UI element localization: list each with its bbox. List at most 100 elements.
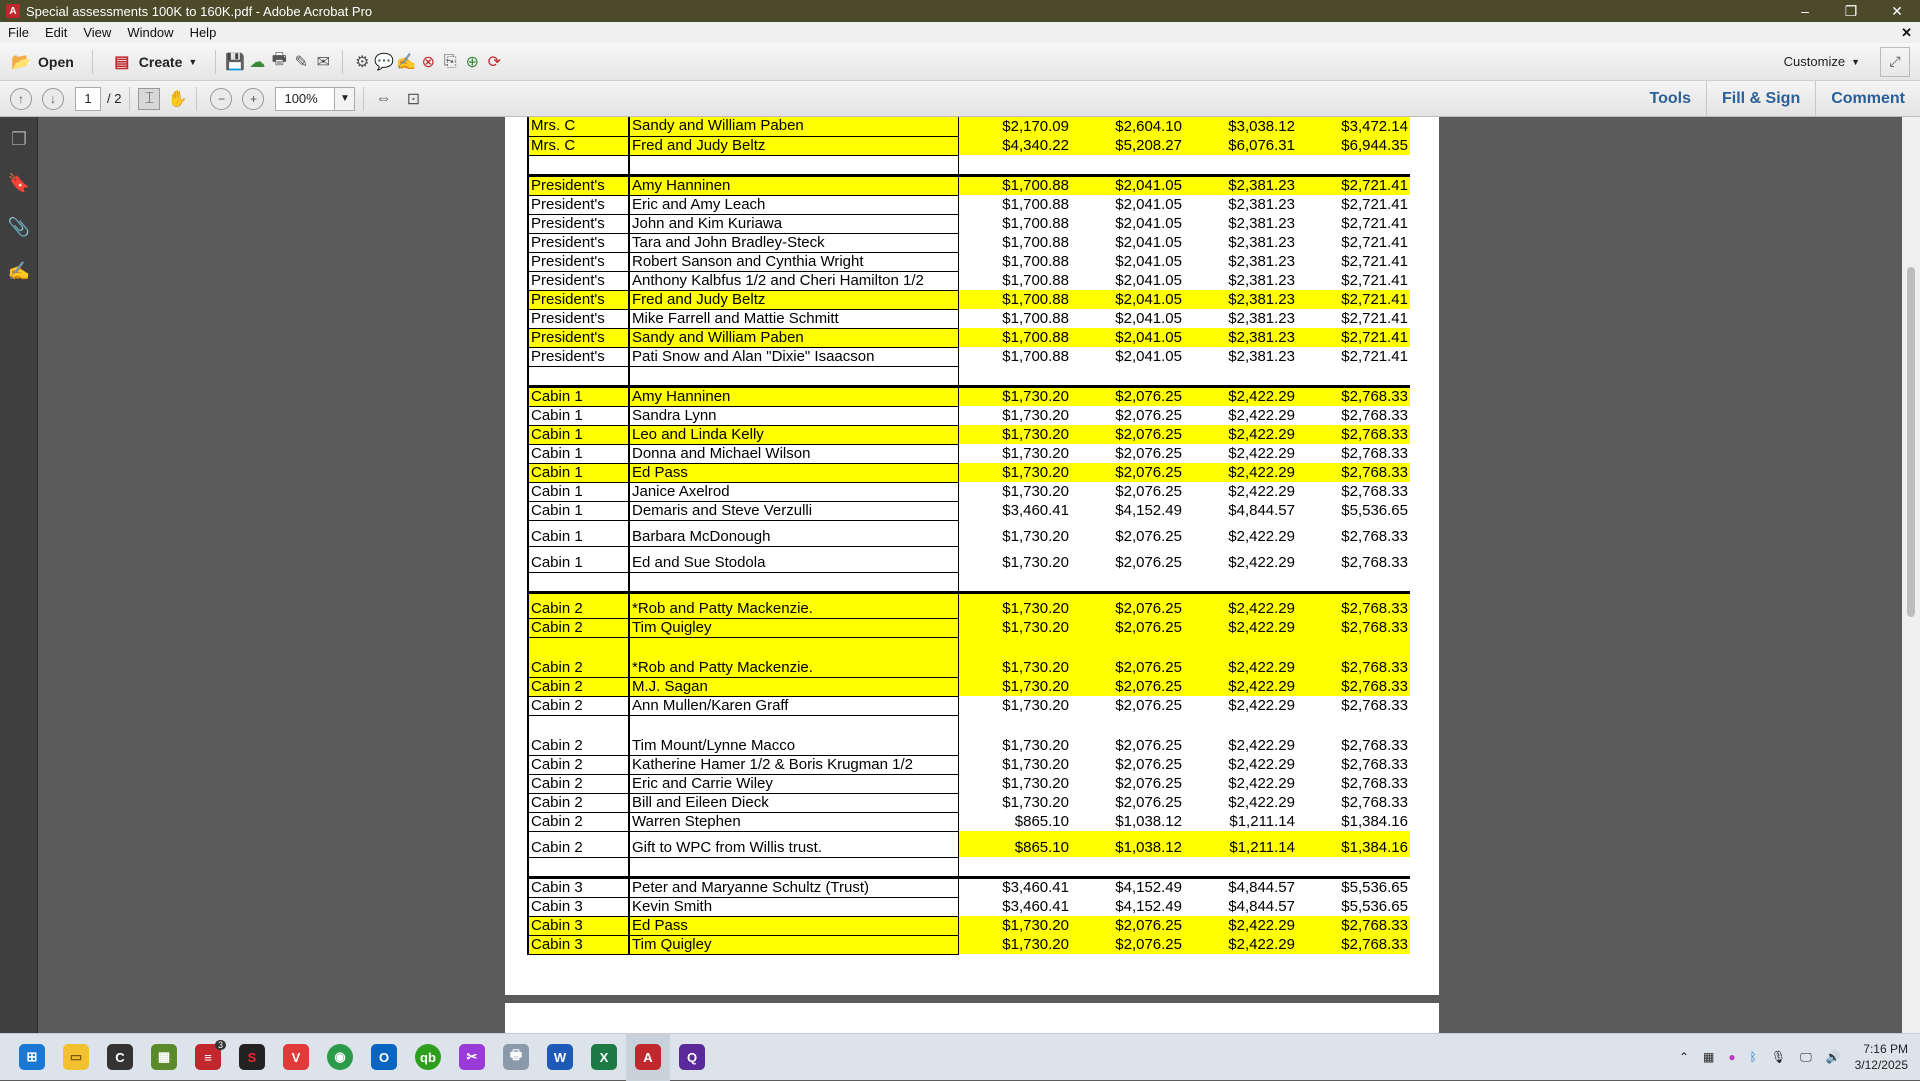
delete-page-icon[interactable]: ⊗ [417,51,439,73]
table-row: Cabin 2 Tim Mount/Lynne Macco $1,730.20 $2,… [527,715,1410,756]
menu-file[interactable]: File [0,25,37,40]
document-viewport[interactable]: Mrs. C Sandy and William Paben $2,170.09 $2… [39,117,1902,1033]
select-tool-icon[interactable]: ⌶ [138,87,161,110]
customize-menu[interactable]: Customize ▼ [1784,54,1880,69]
bluetooth-icon[interactable]: ᛒ [1750,1050,1757,1064]
table-row: Cabin 2 Tim Quigley $1,730.20 $2,076.25 $2,4… [527,618,1410,638]
table-row: Cabin 1 Donna and Michael Wilson $1,730.20… [527,444,1410,464]
network-icon[interactable]: 🖵 [1800,1050,1812,1065]
edit-icon[interactable]: ✎ [290,51,312,73]
owner-cell: Tim Quigley [629,618,959,638]
amount-cell: $2,041.05 [1115,347,1182,365]
printer-app-icon[interactable]: 🖶 [494,1034,538,1081]
close-button[interactable]: ✕ [1874,0,1920,22]
owner-cell: Tim Mount/Lynne Macco [629,715,959,756]
comment-pane-button[interactable]: Comment [1815,81,1920,116]
minimize-button[interactable]: – [1782,0,1828,22]
zoom-out-icon[interactable]: − [210,87,233,110]
email-icon[interactable]: ✉ [312,51,334,73]
snipping-tool-icon[interactable]: ✂ [450,1034,494,1081]
owner-cell: Sandy and William Paben [629,328,959,348]
page-thumbnails-icon[interactable]: ❐ [0,117,38,161]
unit-cell: Cabin 2 [527,677,630,697]
create-button[interactable]: ▤ Create ▼ [101,51,208,73]
amount-cell: $1,730.20 [958,463,1071,482]
amount-cell: $2,041.05 [1071,290,1184,309]
create-pdf-icon: ▤ [114,53,130,71]
fill-sign-pane-button[interactable]: Fill & Sign [1706,81,1815,116]
chrome-icon[interactable]: ◉ [318,1034,362,1081]
word-icon[interactable]: W [538,1034,582,1081]
fit-page-icon[interactable]: ⊡ [402,88,424,110]
amount-cell: $1,384.16 [1297,831,1410,857]
stack-app-icon[interactable]: ≡ 3 [186,1034,230,1081]
amount-cell: $1,700.88 [1002,214,1069,232]
unit-cell: Cabin 1 [527,546,630,573]
rotate-page-icon[interactable]: ⟳ [483,51,505,73]
notification-badge: 3 [214,1039,226,1050]
start-button[interactable]: ⊞ [10,1034,54,1081]
save-icon[interactable]: 💾 [224,51,246,73]
zoom-in-icon[interactable]: + [242,87,265,110]
highlight-icon[interactable]: ✍ [395,51,417,73]
acrobat-taskbar-icon[interactable]: A [626,1033,670,1081]
owner-cell: *Rob and Patty Mackenzie. [629,637,959,678]
amount-cell: $2,422.29 [1228,406,1295,424]
microphone-icon[interactable]: 🎙 [1771,1050,1786,1064]
fullscreen-icon[interactable]: ⤢ [1880,46,1910,77]
app-tray-icon[interactable]: ▦ [1703,1050,1714,1064]
scrollbar-thumb[interactable] [1907,267,1915,617]
signatures-icon[interactable]: ✍ [0,249,38,293]
amount-cell: $1,730.20 [958,425,1071,444]
attachments-icon[interactable]: 📎 [0,205,38,249]
extract-page-icon[interactable]: ⎘ [439,51,461,73]
hand-tool-icon[interactable]: ✋ [166,88,188,110]
print-icon[interactable]: 🖶 [268,51,290,73]
owner-cell: Demaris and Steve Verzulli [629,501,959,521]
page-number-input[interactable]: 1 [75,86,101,111]
amount-cell: $1,700.88 [1002,309,1069,327]
cloud-upload-icon[interactable]: ☁ [246,51,268,73]
vivaldi-icon[interactable]: V [274,1034,318,1081]
zoom-dropdown-icon[interactable]: ▼ [335,86,356,111]
tools-pane-button[interactable]: Tools [1635,81,1706,116]
table-row: Cabin 3 Kevin Smith $3,460.41 $4,152.49 $4,8… [527,897,1410,917]
amount-cell: $2,721.41 [1341,309,1408,327]
fit-width-icon[interactable]: ⇔ [372,88,394,110]
red-app-icon[interactable]: S [230,1034,274,1081]
app-grid-icon[interactable]: ▦ [142,1034,186,1081]
chevron-up-icon[interactable]: ⌃ [1679,1050,1689,1064]
amount-cell: $2,721.41 [1297,328,1410,347]
menu-view[interactable]: View [75,25,119,40]
open-button[interactable]: 📂 Open [0,51,84,73]
amount-cell: $4,844.57 [1184,875,1297,897]
volume-icon[interactable]: 🔊 [1826,1050,1841,1064]
menu-help[interactable]: Help [182,25,225,40]
page-total: / 2 [107,91,122,106]
comment-bubble-icon[interactable]: 💬 [373,51,395,73]
previous-page-icon[interactable]: ↑ [10,87,32,110]
settings-icon[interactable]: ⚙ [351,51,373,73]
bookmarks-icon[interactable]: 🔖 [0,161,38,205]
table-row: Cabin 2 Bill and Eileen Dieck $1,730.20 $2,… [527,793,1410,813]
vertical-scrollbar[interactable] [1902,117,1920,1033]
table-row: Cabin 3 Tim Quigley $1,730.20 $2,076.25 $2,4… [527,935,1410,955]
outlook-icon[interactable]: O [362,1034,406,1081]
clock[interactable]: 7:16 PM 3/12/2025 [1855,1041,1908,1073]
table-row: President's Amy Hanninen $1,700.88 $2,041.0… [527,173,1410,196]
menu-window[interactable]: Window [119,25,181,40]
next-page-icon[interactable]: ↓ [42,87,64,110]
quickbooks-icon[interactable]: qb [406,1034,450,1081]
restore-button[interactable]: ❐ [1828,0,1874,22]
menu-edit[interactable]: Edit [37,25,75,40]
zoom-level-input[interactable]: 100% [275,86,336,111]
search-app-icon[interactable]: Q [670,1034,714,1081]
color-tray-icon[interactable]: ● [1728,1050,1735,1064]
browser-c-icon[interactable]: C [98,1034,142,1081]
close-document-icon[interactable]: ✕ [1901,25,1912,41]
file-explorer-icon[interactable]: ▭ [54,1034,98,1081]
excel-icon[interactable]: X [582,1034,626,1081]
insert-page-icon[interactable]: ⊕ [461,51,483,73]
owner-cell: Tara and John Bradley-Steck [629,233,959,253]
amount-cell: $2,422.29 [1228,528,1295,545]
